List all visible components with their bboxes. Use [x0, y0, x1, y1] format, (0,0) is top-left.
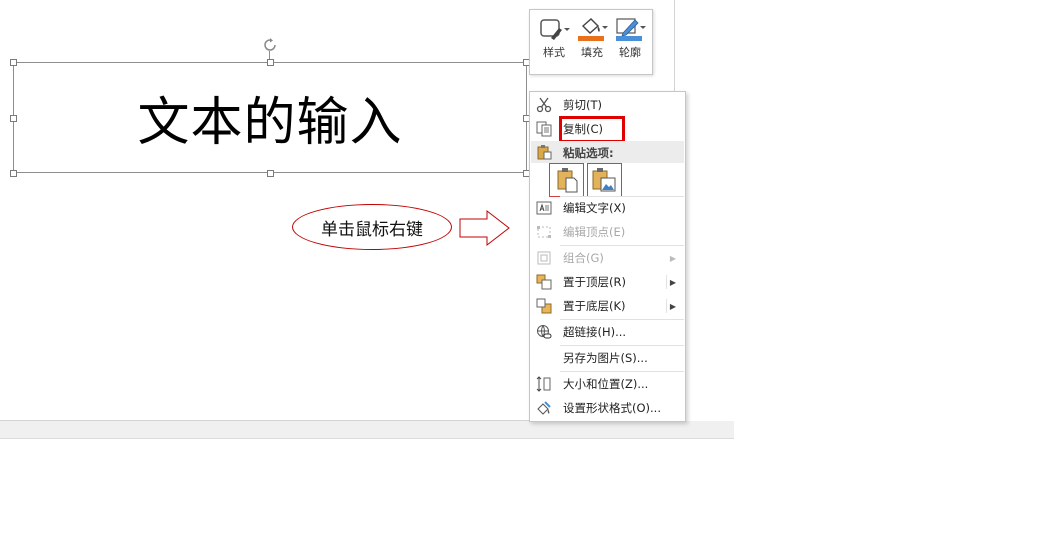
copy-icon — [536, 121, 552, 137]
style-button[interactable]: 样式 — [536, 14, 572, 70]
menu-label-cut: 剪切(T) — [563, 98, 602, 112]
edit-text-icon — [536, 201, 552, 215]
size-position-icon — [536, 376, 551, 392]
paste-options-header: 粘贴选项: — [531, 141, 684, 163]
menu-label-bring-to-front: 置于顶层(R) — [563, 275, 626, 289]
menu-item-edit-points[interactable]: 编辑顶点(E) — [531, 221, 684, 243]
menu-item-bring-to-front[interactable]: 置于顶层(R) ▶ — [531, 271, 684, 293]
group-icon — [537, 251, 551, 265]
submenu-arrow-icon[interactable]: ▶ — [670, 278, 676, 287]
resize-handle[interactable] — [267, 59, 274, 66]
submenu-arrow-icon[interactable]: ▶ — [670, 302, 676, 311]
menu-item-edit-text[interactable]: 编辑文字(X) — [531, 197, 684, 219]
menu-item-cut[interactable]: 剪切(T) — [531, 94, 684, 116]
menu-item-send-to-back[interactable]: 置于底层(K) ▶ — [531, 295, 684, 317]
menu-separator — [560, 345, 684, 346]
paste-options-label: 粘贴选项: — [563, 146, 614, 160]
annotation-ellipse: 单击鼠标右键 — [292, 204, 452, 250]
menu-split-separator — [666, 275, 667, 289]
edit-points-icon — [537, 226, 551, 238]
menu-item-group[interactable]: 组合(G) ▶ — [531, 247, 684, 269]
fill-bucket-icon — [578, 18, 608, 41]
outline-label: 轮廓 — [619, 46, 641, 59]
resize-handle[interactable] — [267, 170, 274, 177]
menu-label-hyperlink: 超链接(H)... — [563, 325, 627, 339]
scissors-icon — [536, 97, 552, 113]
menu-label-edit-points: 编辑顶点(E) — [563, 225, 626, 239]
rotate-handle-icon[interactable] — [263, 38, 277, 52]
style-label: 样式 — [543, 46, 565, 59]
bring-to-front-icon — [536, 274, 552, 290]
menu-label-edit-text: 编辑文字(X) — [563, 201, 626, 215]
paste-keep-source-button[interactable] — [549, 163, 584, 197]
resize-handle[interactable] — [10, 59, 17, 66]
outline-pen-icon — [616, 18, 646, 41]
annotation-text: 单击鼠标右键 — [321, 219, 423, 240]
fill-color-swatch — [578, 36, 604, 41]
paste-clipboard-icon — [557, 168, 578, 193]
submenu-arrow-icon: ▶ — [669, 253, 676, 263]
send-to-back-icon — [536, 298, 552, 314]
fill-button[interactable]: 填充 — [574, 14, 610, 70]
mini-toolbar: 样式 填充 轮廓 — [529, 9, 653, 75]
format-shape-icon — [537, 401, 551, 415]
outline-color-swatch — [616, 36, 642, 41]
outline-button[interactable]: 轮廓 — [612, 14, 648, 70]
menu-separator — [560, 319, 684, 320]
context-menu: 剪切(T) 复制(C) 粘贴选项: 编辑文字(X) 编辑顶点(E) 组合(G) … — [529, 91, 686, 422]
menu-split-separator — [666, 299, 667, 313]
menu-label-format-shape: 设置形状格式(O)... — [563, 401, 661, 415]
paste-as-picture-button[interactable] — [587, 163, 622, 197]
menu-label-save-as-picture: 另存为图片(S)... — [563, 351, 648, 365]
menu-separator — [560, 245, 684, 246]
menu-separator — [560, 371, 684, 372]
textbox-text[interactable]: 文本的输入 — [14, 63, 526, 172]
selected-textbox[interactable]: 文本的输入 — [13, 62, 527, 173]
fill-label: 填充 — [581, 46, 603, 59]
hyperlink-icon — [537, 325, 552, 339]
resize-handle[interactable] — [10, 115, 17, 122]
menu-item-format-shape[interactable]: 设置形状格式(O)... — [531, 397, 684, 419]
arrow-right-icon — [459, 209, 510, 247]
menu-label-size-position: 大小和位置(Z)... — [563, 377, 649, 391]
menu-label-send-to-back: 置于底层(K) — [563, 299, 626, 313]
rotate-stem — [269, 51, 270, 59]
shape-style-icon — [540, 19, 570, 40]
copy-highlight-box — [559, 116, 625, 143]
menu-item-save-as-picture[interactable]: 另存为图片(S)... — [531, 347, 684, 369]
resize-handle[interactable] — [10, 170, 17, 177]
menu-item-size-position[interactable]: 大小和位置(Z)... — [531, 373, 684, 395]
menu-label-group: 组合(G) — [563, 251, 604, 265]
clipboard-icon — [537, 145, 552, 160]
paste-picture-icon — [592, 168, 616, 192]
horizontal-scrollbar[interactable] — [0, 421, 734, 439]
menu-item-hyperlink[interactable]: 超链接(H)... — [531, 321, 684, 343]
